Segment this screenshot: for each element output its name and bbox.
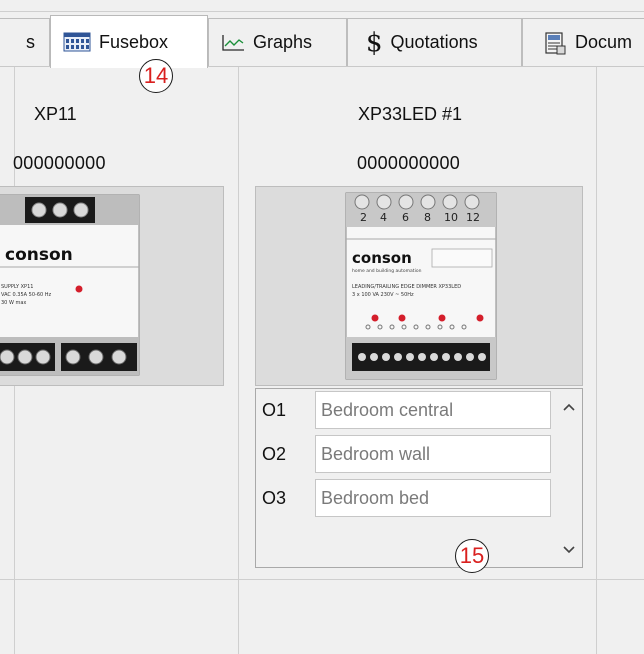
status-led xyxy=(75,285,83,293)
outputs-panel: O1 Bedroom central O2 Bedroom wall O3 Be… xyxy=(255,388,583,568)
terminal-number: 4 xyxy=(380,211,387,224)
tab-strip-top-divider xyxy=(0,11,644,12)
brand-logo-text: conson xyxy=(5,245,73,265)
output-label: O1 xyxy=(262,400,287,420)
outputs-scrollbar[interactable] xyxy=(555,389,582,567)
xp33led-module-picture: 2 4 6 8 10 12 conson home and building a… xyxy=(345,192,497,380)
device-name: XP11 xyxy=(34,104,77,124)
fusebox-icon xyxy=(63,32,91,52)
output-name-field[interactable]: Bedroom wall xyxy=(315,435,551,473)
output-name-field[interactable]: Bedroom bed xyxy=(315,479,551,517)
tab-label: s xyxy=(26,32,35,52)
tab-graphs[interactable]: Graphs xyxy=(208,18,347,66)
terminal-number: 10 xyxy=(444,211,458,224)
column-divider xyxy=(596,67,597,654)
tab-label: Graphs xyxy=(253,32,313,52)
device-name: XP33LED #1 xyxy=(358,104,463,124)
terminal-number: 2 xyxy=(360,211,367,224)
faceplate-spec: 3 x 100 VA 230V ~ 50Hz xyxy=(352,292,414,298)
faceplate-text: SUPPLY XP11 xyxy=(1,284,33,290)
tab-quotations[interactable]: $ Quotations xyxy=(347,18,522,66)
tab-label: Quotations xyxy=(390,32,478,52)
scroll-up-button[interactable] xyxy=(555,392,582,422)
faceplate-title: LEADING/TRAILING EDGE DIMMER XP33LED xyxy=(352,284,461,290)
tab-strip: s Fusebox Graphs $ Quotations Docum xyxy=(0,0,644,68)
output-row: O3 Bedroom bed xyxy=(256,479,556,520)
device-serial: 000000000 xyxy=(13,153,106,173)
column-divider xyxy=(238,67,239,654)
output-name-field[interactable]: Bedroom central xyxy=(315,391,551,429)
document-icon xyxy=(543,31,567,55)
terminal-number: 8 xyxy=(424,211,431,224)
callout-marker: 14 xyxy=(139,59,173,93)
faceplate-text: 30 W max xyxy=(1,300,26,306)
terminal-number: 6 xyxy=(402,211,409,224)
callout-marker: 15 xyxy=(455,539,489,573)
faceplate-tagline: home and building automation xyxy=(352,268,422,274)
output-label: O3 xyxy=(262,488,287,508)
graph-icon xyxy=(221,34,245,52)
xp11-module-picture: conson SUPPLY XP11 VAC 0.35A 50-60 Hz 30… xyxy=(0,194,140,376)
tab-fusebox[interactable]: Fusebox xyxy=(50,15,208,68)
device-image[interactable]: conson SUPPLY XP11 VAC 0.35A 50-60 Hz 30… xyxy=(0,186,224,386)
tab-documents[interactable]: Docum xyxy=(522,18,644,66)
row-divider xyxy=(0,579,644,580)
chevron-down-icon xyxy=(562,546,575,554)
tab-label: Docum xyxy=(575,32,633,52)
faceplate-text: VAC 0.35A 50-60 Hz xyxy=(1,292,52,298)
chevron-up-icon xyxy=(562,403,575,411)
tab-label: Fusebox xyxy=(99,31,169,52)
device-image[interactable]: 2 4 6 8 10 12 conson home and building a… xyxy=(255,186,583,386)
terminal-number: 12 xyxy=(466,211,480,224)
tab-partial[interactable]: s xyxy=(0,18,50,66)
dollar-icon: $ xyxy=(366,27,383,58)
brand-logo-text: conson xyxy=(352,249,412,267)
output-row: O2 Bedroom wall xyxy=(256,435,556,476)
output-row: O1 Bedroom central xyxy=(256,391,556,432)
output-label: O2 xyxy=(262,444,287,464)
device-serial: 0000000000 xyxy=(357,153,461,173)
scroll-down-button[interactable] xyxy=(555,535,582,565)
